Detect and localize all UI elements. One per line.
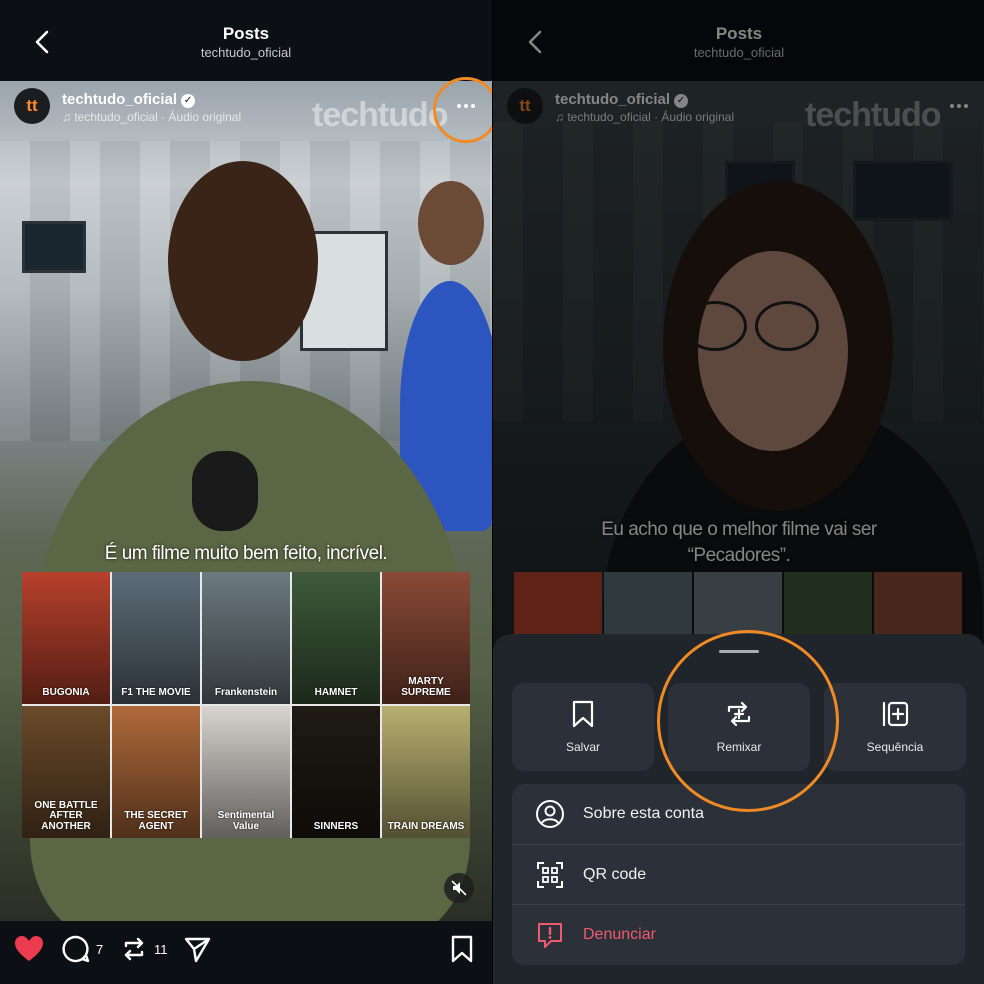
- comment-icon: [62, 935, 90, 963]
- page-subtitle: techtudo_oficial: [200, 45, 292, 60]
- heart-icon: [15, 936, 43, 961]
- video-caption: É um filme muito bem feito, incrível.: [104, 543, 388, 564]
- movie-poster: Sentimental Value: [202, 706, 290, 838]
- movie-poster-title: THE SECRET AGENT: [124, 810, 188, 832]
- right-screen: Posts techtudo_oficial tt techtudo_ofici…: [492, 0, 984, 984]
- account-name-text: techtudo_oficial: [62, 91, 178, 108]
- repost-button[interactable]: 11: [120, 935, 168, 963]
- audio-link[interactable]: ♫ techtudo_oficial · Áudio original: [62, 110, 241, 124]
- avatar-logo: tt: [26, 96, 38, 115]
- comment-button[interactable]: 7: [62, 935, 103, 963]
- movie-poster-title: BUGONIA: [42, 686, 90, 698]
- movie-poster: MARTY SUPREME: [382, 572, 470, 704]
- movie-poster-title: F1 THE MOVIE: [121, 686, 191, 698]
- movie-poster-title: HAMNET: [314, 686, 358, 698]
- avatar[interactable]: tt: [14, 88, 50, 124]
- post-actions-bar: 7 11: [0, 921, 492, 984]
- share-button[interactable]: [183, 935, 211, 963]
- movie-poster-title: SINNERS: [313, 820, 359, 832]
- repost-icon: [124, 937, 144, 961]
- microphone: [192, 451, 258, 531]
- like-button[interactable]: [14, 935, 44, 962]
- menu-label-qr-code: QR code: [583, 865, 647, 883]
- menu-item-qr-code[interactable]: QR code: [512, 844, 965, 904]
- page-title: Posts: [222, 24, 270, 43]
- speaker-muted-icon: [451, 880, 467, 896]
- movie-poster-grid: BUGONIA F1 THE MOVIE Frankenstein HAMNET MAR…: [22, 572, 470, 838]
- report-icon: [534, 919, 566, 951]
- movie-poster: THE SECRET AGENT: [112, 706, 200, 838]
- menu-item-report[interactable]: Denunciar: [512, 904, 965, 964]
- movie-poster: ONE BATTLE AFTER ANOTHER: [22, 706, 110, 838]
- save-tile[interactable]: Salvar: [512, 683, 654, 771]
- movie-poster: TRAIN DREAMS: [382, 706, 470, 838]
- account-row[interactable]: tt techtudo_oficial ✓ ♫ techtudo_oficial …: [14, 88, 344, 128]
- account-icon: [534, 798, 566, 830]
- qr-code-icon: [534, 859, 566, 891]
- bookmark-icon: [451, 935, 473, 963]
- menu-label-report: Denunciar: [583, 925, 656, 943]
- comment-count: 7: [96, 941, 104, 957]
- techtudo-watermark: techtudo: [312, 96, 449, 134]
- movie-poster: BUGONIA: [22, 572, 110, 704]
- sequence-icon: [882, 701, 909, 727]
- sequence-tile[interactable]: Sequência: [824, 683, 966, 771]
- movie-poster: Frankenstein: [202, 572, 290, 704]
- verified-icon: ✓: [181, 94, 196, 108]
- account-name[interactable]: techtudo_oficial ✓: [62, 91, 196, 108]
- mute-button[interactable]: [444, 873, 474, 903]
- movie-poster-title: MARTY SUPREME: [401, 676, 451, 698]
- highlight-circle: [433, 77, 492, 143]
- speaker-head: [168, 161, 318, 361]
- movie-poster-title: ONE BATTLE AFTER ANOTHER: [34, 799, 98, 832]
- movie-poster: SINNERS: [292, 706, 380, 838]
- sequence-label: Sequência: [866, 740, 924, 754]
- repost-count: 11: [154, 941, 168, 957]
- send-icon: [184, 937, 211, 963]
- movie-poster-title: Sentimental Value: [217, 810, 275, 832]
- movie-poster-title: Frankenstein: [214, 686, 278, 698]
- background-person-head: [418, 181, 484, 265]
- bookmark-icon: [572, 700, 594, 728]
- background-monitor: [22, 221, 86, 273]
- movie-poster: HAMNET: [292, 572, 380, 704]
- save-label: Salvar: [565, 740, 600, 754]
- movie-poster: F1 THE MOVIE: [112, 572, 200, 704]
- save-button[interactable]: [450, 935, 474, 963]
- left-screen: Posts techtudo_oficial tt techtudo_ofici…: [0, 0, 492, 984]
- menu-label-about-account: Sobre esta conta: [583, 805, 704, 822]
- audio-label: techtudo_oficial · Áudio original: [74, 110, 242, 124]
- highlight-circle: [657, 630, 839, 812]
- music-note-icon: ♫: [62, 110, 75, 124]
- movie-poster-title: TRAIN DREAMS: [387, 820, 465, 832]
- posts-header: Posts techtudo_oficial: [0, 0, 492, 81]
